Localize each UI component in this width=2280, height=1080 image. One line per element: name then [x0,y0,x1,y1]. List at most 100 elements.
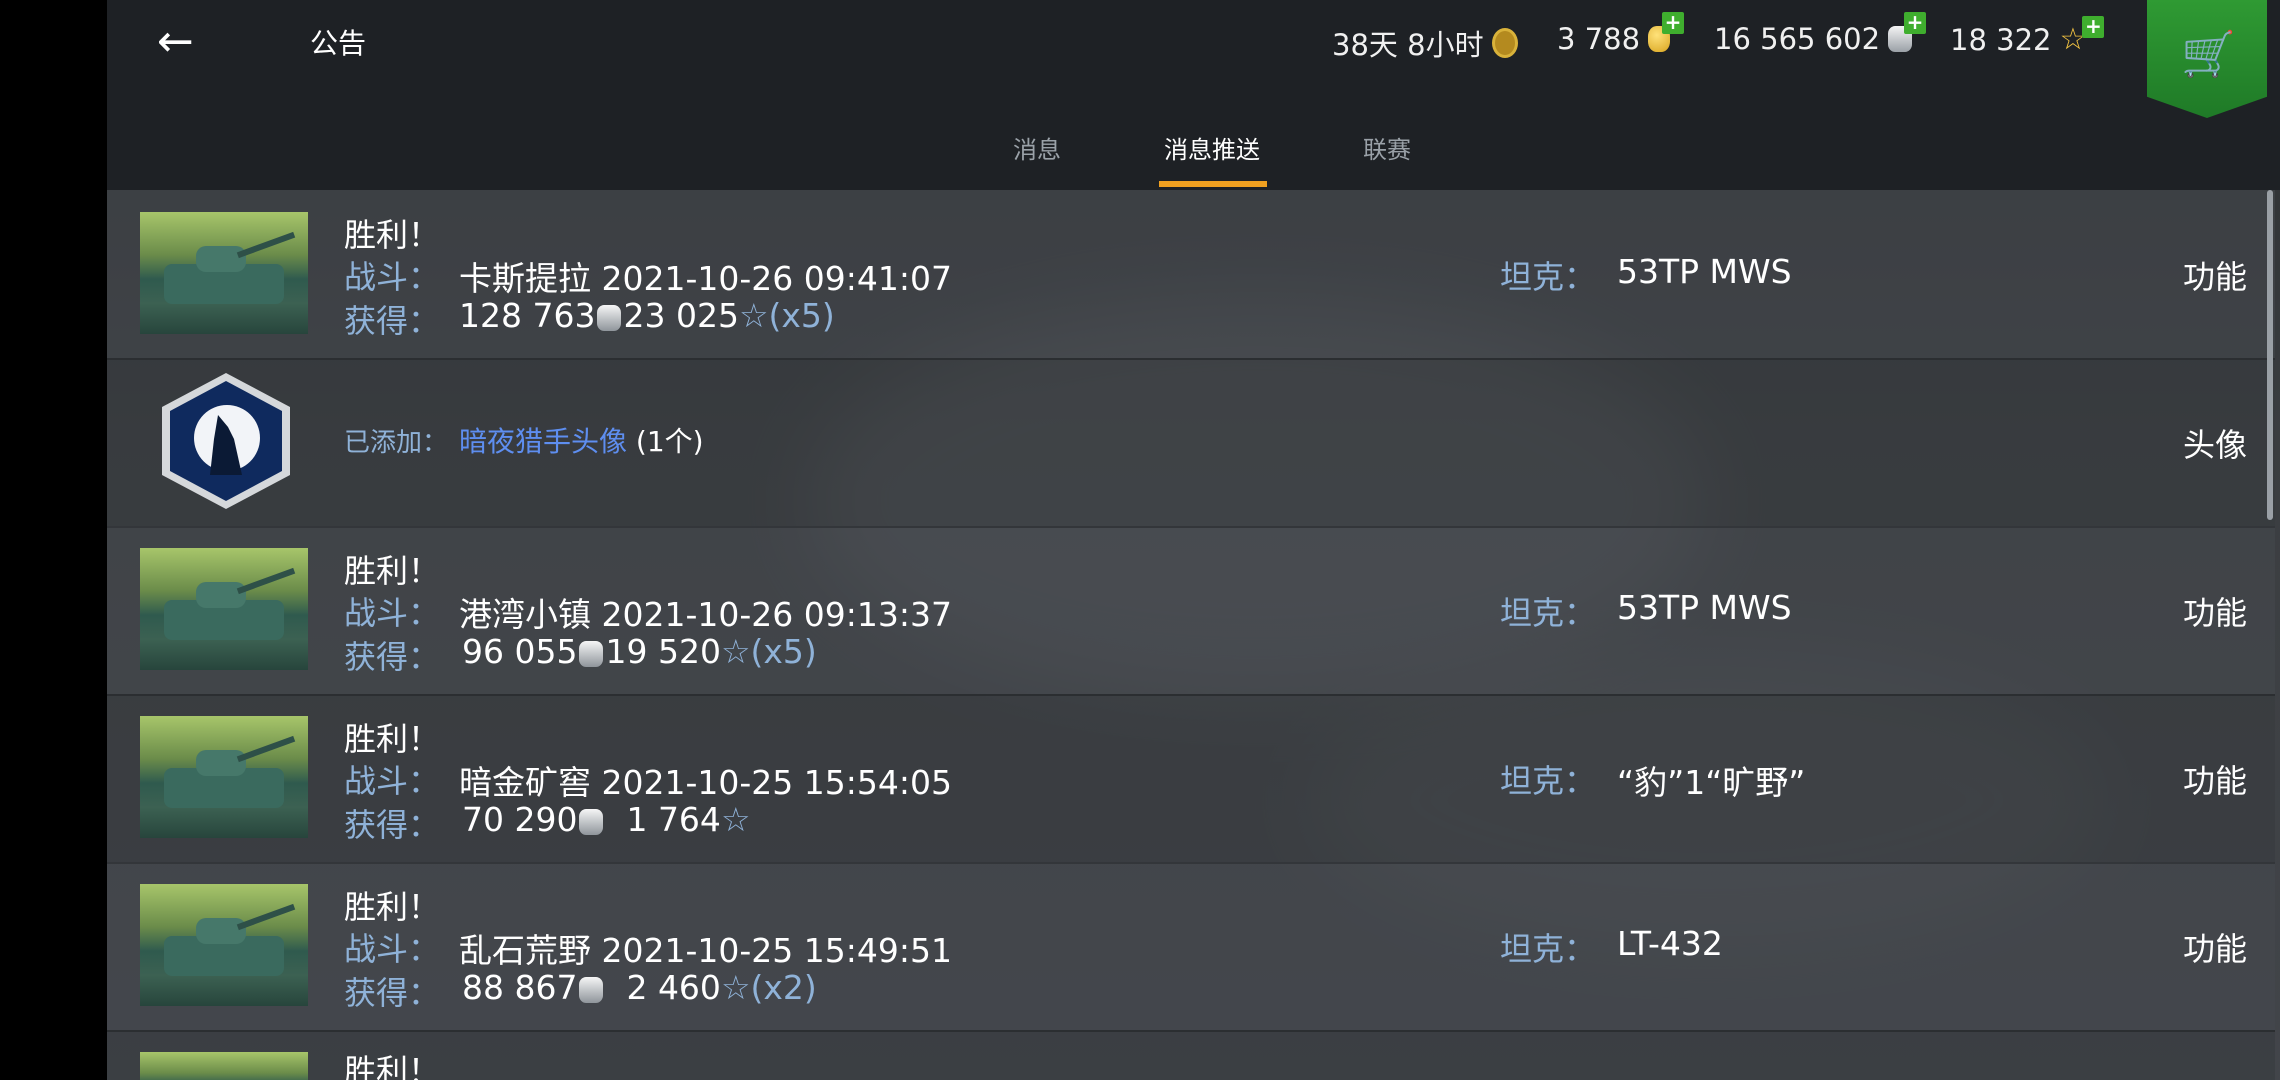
tab-league[interactable]: 联赛 [1363,130,1411,165]
tab-messages[interactable]: 消息 [1013,130,1061,165]
tank-thumbnail [140,548,308,670]
tank-name: “豹”1“旷野” [1617,763,1806,802]
free-xp-value: 18 322 [1950,22,2052,57]
added-item: 暗夜猎手头像 (1个) [459,420,704,460]
plus-icon[interactable]: + [1662,12,1685,34]
credits-balance[interactable]: 16 565 602 + [1714,12,1927,56]
gold-value: 3 788 [1557,22,1641,56]
plus-icon[interactable]: + [2082,16,2105,38]
battle-label: 战斗： [344,594,441,632]
reward-values: 128 763 23 025☆(x5) [459,296,835,335]
reward-label: 获得： [344,974,441,1012]
battle-label: 战斗： [344,258,441,296]
tank-gun [236,567,296,595]
list-item[interactable]: 胜利！ 战斗： 港湾小镇 2021-10-26 09:13:37 获得： 96 … [107,526,2275,696]
silver-coins-icon [579,976,604,1003]
credits-earned: 70 290 [462,800,578,839]
tank-turret [196,246,246,272]
function-button[interactable]: 功能 [2183,252,2247,298]
tank-gun [236,735,296,763]
reward-values: 70 290 1 764☆ [462,800,751,839]
list-item[interactable]: 胜利！ [107,1030,2275,1080]
scrollbar[interactable] [2267,190,2273,520]
tank-turret [196,582,246,608]
arrow-left-icon: ← [157,16,194,67]
free-xp-balance[interactable]: 18 322 ☆ + [1950,16,2105,57]
function-button[interactable]: 功能 [2183,588,2247,634]
star-icon: ☆ [720,632,751,671]
list-item[interactable]: 已添加： 暗夜猎手头像 (1个) 头像 [107,358,2275,528]
tank-thumbnail [140,716,308,838]
message-title: 胜利！ [344,888,441,926]
list-item[interactable]: 胜利！ 战斗： 卡斯提拉 2021-10-26 09:41:07 获得： 128… [107,190,2275,360]
added-label: 已添加： [344,428,449,458]
star-icon: ☆ [720,800,751,839]
top-bar: ← 公告 38天 8小时 3 788 + 16 565 602 + 18 322… [107,0,2280,190]
premium-time[interactable]: 38天 8小时 [1332,22,1518,64]
tab-push-messages[interactable]: 消息推送 [1164,130,1260,165]
tank-thumbnail [140,212,308,334]
tank-turret [196,750,246,776]
reward-label: 获得： [344,302,441,340]
tank-name: 53TP MWS [1617,252,1792,291]
notifications-screen: ← 公告 38天 8小时 3 788 + 16 565 602 + 18 322… [107,0,2280,1080]
battle-map-time: 乱石荒野 2021-10-25 15:49:51 [459,931,952,970]
function-button[interactable]: 功能 [2183,924,2247,970]
battle-label: 战斗： [344,762,441,800]
xp-earned: 1 764 [626,800,721,839]
star-icon: ☆ + [2059,16,2105,57]
battle-map-time: 暗金矿窖 2021-10-25 15:54:05 [459,763,952,802]
tank-label: 坦克： [1500,930,1597,968]
gold-balance[interactable]: 3 788 + [1557,12,1685,56]
tank-thumbnail [140,884,308,1006]
list-item[interactable]: 胜利！ 战斗： 乱石荒野 2021-10-25 15:49:51 获得： 88 … [107,862,2275,1032]
tank-thumbnail [140,1052,308,1080]
page-title: 公告 [310,27,367,60]
function-button[interactable]: 功能 [2183,756,2247,802]
silver-coins-icon [579,640,604,667]
battle-label: 战斗： [344,930,441,968]
tank-gun [236,903,296,931]
avatar-button[interactable]: 头像 [2183,420,2247,466]
tank-name: LT-432 [1617,924,1723,963]
tank-gun [236,231,296,259]
item-count: (1个) [635,425,704,458]
gold-coin-icon: + [1648,12,1685,52]
item-link[interactable]: 暗夜猎手头像 [459,425,627,458]
credits-earned: 88 867 [462,968,578,1007]
xp-earned: 23 025 [623,296,739,335]
premium-medal-icon [1491,28,1518,58]
message-title: 胜利！ [344,552,441,590]
message-title: 胜利！ [344,1052,441,1080]
night-hunter-avatar-icon [162,373,290,509]
reward-values: 88 867 2 460☆(x2) [462,968,817,1007]
message-list[interactable]: 胜利！ 战斗： 卡斯提拉 2021-10-26 09:41:07 获得： 128… [107,190,2275,1080]
credits-earned: 128 763 [459,296,596,335]
tank-name: 53TP MWS [1617,588,1792,627]
reward-label: 获得： [344,638,441,676]
reward-label: 获得： [344,806,441,844]
tank-label: 坦克： [1500,594,1597,632]
silver-coins-icon [597,304,622,331]
tank-label: 坦克： [1500,762,1597,800]
list-item[interactable]: 胜利！ 战斗： 暗金矿窖 2021-10-25 15:54:05 获得： 70 … [107,694,2275,864]
xp-earned: 19 520 [605,632,721,671]
credits-earned: 96 055 [462,632,578,671]
shop-button[interactable]: 🛒 [2147,0,2267,118]
reward-values: 96 055 19 520☆(x5) [462,632,817,671]
battle-map-time: 卡斯提拉 2021-10-26 09:41:07 [459,259,952,298]
message-title: 胜利！ [344,216,441,254]
tank-label: 坦克： [1500,258,1597,296]
avatar-background [170,381,282,501]
credits-value: 16 565 602 [1714,22,1881,56]
multiplier: (x5) [768,296,835,335]
multiplier: (x5) [750,632,817,671]
silver-coins-icon: + [1888,12,1927,52]
cart-icon: 🛒 [2181,29,2236,80]
back-button[interactable]: ← [157,18,217,66]
multiplier: (x2) [750,968,817,1007]
star-icon: ☆ [720,968,751,1007]
silver-coins-icon [579,808,604,835]
message-title: 胜利！ [344,720,441,758]
plus-icon[interactable]: + [1904,12,1927,34]
